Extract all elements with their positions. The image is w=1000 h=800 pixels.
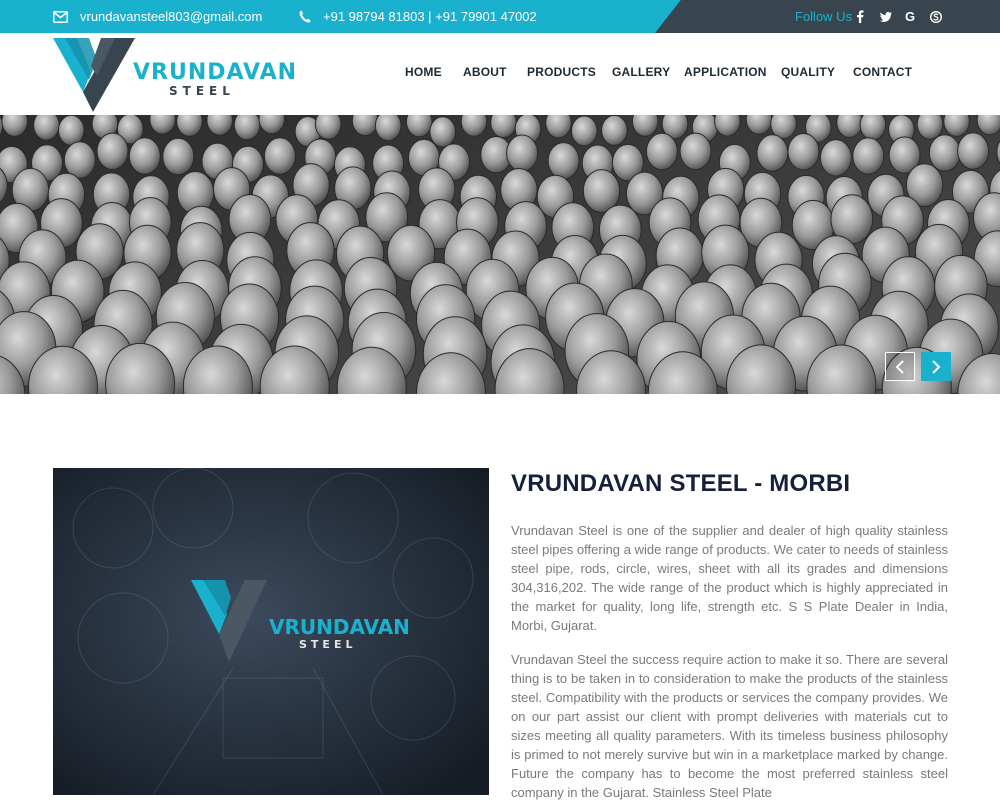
brand-subtitle: STEEL [169,84,235,98]
email-text: vrundavansteel803@gmail.com [80,9,263,24]
phone-link[interactable]: +91 98794 81803 | +91 79901 47002 [299,0,537,33]
steel-bars-image [0,115,1000,394]
about-image: VRUNDAVAN STEEL [53,468,489,795]
follow-us-text: Follow Us [795,9,853,24]
steel-rod-end [819,139,852,177]
steel-rod-end [33,115,60,141]
office-logo-wall-image: VRUNDAVAN STEEL [53,468,489,795]
nav-quality[interactable]: QUALITY [781,65,835,79]
top-contact-bar: vrundavansteel803@gmail.com +91 98794 81… [0,0,1000,33]
slider-next-button[interactable] [921,352,951,381]
hero-slider [0,115,1000,394]
facebook-link[interactable] [856,0,864,33]
steel-rod-end [314,115,342,140]
slider-prev-button[interactable] [885,352,915,381]
google-link[interactable]: G [905,0,915,33]
steel-rod-end [233,115,261,141]
phone-icon [299,10,311,23]
chevron-right-icon [932,359,941,374]
steel-rod-end [859,115,887,141]
steel-rod-end [506,134,539,172]
steel-rod-end [58,115,85,146]
about-paragraph-2: Vrundavan Steel the success require acti… [511,652,948,800]
steel-rod-end [429,116,457,148]
steel-rod-end [679,132,712,170]
envelope-icon [53,10,68,23]
nav-contact[interactable]: CONTACT [853,65,912,79]
about-title: VRUNDAVAN STEEL - MORBI [511,470,851,497]
steel-rod-end [928,134,961,172]
steel-rod-end [374,115,402,142]
nav-application[interactable]: APPLICATION [684,65,767,79]
nav-about[interactable]: ABOUT [463,65,507,79]
site-header: VRUNDAVAN STEEL HOME ABOUT PRODUCTS GALL… [0,33,1000,115]
steel-rod-end [162,137,195,176]
steel-rod-end [547,142,580,180]
follow-us-label: Follow Us [795,0,852,33]
chevron-left-icon [895,359,904,374]
steel-rod-end [645,132,678,171]
twitter-link[interactable] [880,0,892,33]
steel-rod-end [957,132,990,170]
steel-rod-end [756,134,789,172]
skype-link[interactable] [930,0,942,33]
steel-rod-end [96,132,129,170]
phone-text: +91 98794 81803 | +91 79901 47002 [323,9,537,24]
email-link[interactable]: vrundavansteel803@gmail.com [53,0,262,33]
brand-name: VRUNDAVAN [133,60,298,85]
steel-rod-end [601,115,628,146]
brand-logo[interactable]: VRUNDAVAN STEEL [53,36,296,112]
steel-rod-end [128,137,161,175]
facebook-icon [857,10,864,23]
steel-rod-end [63,141,96,179]
steel-rod-end [571,115,598,147]
steel-rod-end [852,137,885,175]
about-paragraph-1: Vrundavan Steel is one of the supplier a… [511,523,948,633]
v-logo-mark [53,38,135,112]
steel-rod-end [263,137,296,175]
nav-products[interactable]: PRODUCTS [527,65,596,79]
twitter-icon [880,11,892,22]
nav-home[interactable]: HOME [405,65,442,79]
skype-icon [930,10,942,23]
steel-rod-end [787,133,820,171]
nav-gallery[interactable]: GALLERY [612,65,670,79]
logo-wall-sub: STEEL [299,638,356,651]
logo-wall-name: VRUNDAVAN [269,615,410,639]
google-icon: G [905,9,916,24]
